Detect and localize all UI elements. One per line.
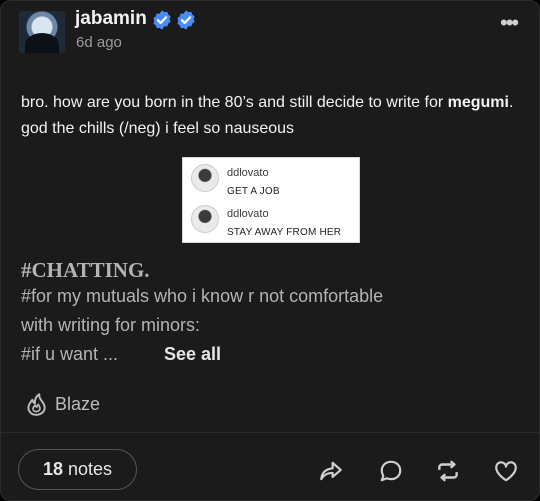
username[interactable]: jabamin <box>75 8 147 30</box>
verified-badge-icon <box>153 10 171 30</box>
divider <box>1 432 539 433</box>
post-timestamp[interactable]: 6d ago <box>76 34 122 51</box>
avatar[interactable] <box>19 11 65 53</box>
post-body-text: bro. how are you born in the 80’s and st… <box>21 90 521 142</box>
tag-if-u-want[interactable]: #if u want ... <box>21 344 118 365</box>
comment-avatar <box>191 164 219 192</box>
notes-label: notes <box>67 459 113 479</box>
see-all-tags-button[interactable]: See all <box>164 344 221 365</box>
tag-mutuals-continued[interactable]: with writing for minors: <box>21 315 200 336</box>
tag-chatting[interactable]: #CHATTING. <box>21 258 150 283</box>
notes-button[interactable]: 18 notes <box>18 449 137 490</box>
blaze-label: Blaze <box>55 393 101 414</box>
verified-badge-icon <box>177 10 195 30</box>
comment-avatar <box>191 205 219 233</box>
flame-icon <box>27 393 46 416</box>
post-text-part: bro. how are you born in the 80’s and st… <box>21 94 448 111</box>
comment-message: STAY AWAY FROM HER <box>227 227 342 238</box>
tag-mutuals[interactable]: #for my mutuals who i know r not comfort… <box>21 286 383 307</box>
comment-row: ddlovato STAY AWAY FROM HER <box>191 203 356 241</box>
blaze-button[interactable]: Blaze <box>23 391 100 417</box>
post-text-bold[interactable]: megumi <box>448 94 509 111</box>
comment-message: GET A JOB <box>227 186 280 197</box>
embedded-screenshot-image[interactable]: ddlovato GET A JOB ddlovato STAY AWAY FR… <box>182 157 360 243</box>
notes-count: 18 <box>42 459 63 479</box>
post-card: jabamin 6d ago ••• bro. how are you born… <box>0 0 540 501</box>
comment-username: ddlovato <box>227 208 269 220</box>
comment-row: ddlovato GET A JOB <box>191 162 356 200</box>
verified-badges <box>151 9 197 31</box>
share-icon[interactable] <box>318 458 344 484</box>
like-icon[interactable] <box>493 458 519 484</box>
reply-icon[interactable] <box>378 458 404 484</box>
comment-username: ddlovato <box>227 167 269 179</box>
more-icon[interactable]: ••• <box>500 12 519 34</box>
reblog-icon[interactable] <box>435 458 461 484</box>
